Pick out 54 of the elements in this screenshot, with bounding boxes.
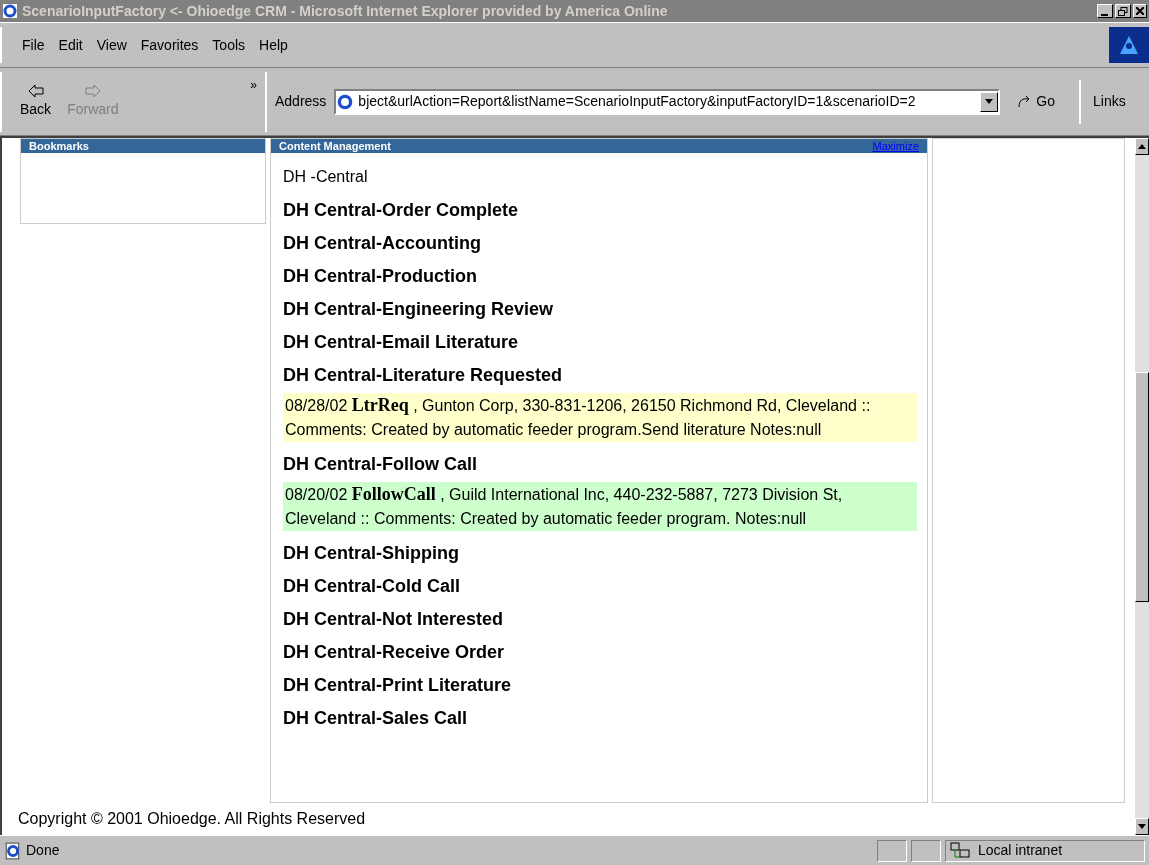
go-button[interactable]: Go (1016, 91, 1056, 112)
minimize-button[interactable] (1097, 4, 1113, 18)
menu-item[interactable]: Edit (58, 34, 83, 56)
stage-title: DH Central-Order Complete (283, 199, 520, 222)
more-button[interactable]: » (250, 75, 257, 94)
stage-title: DH Central-Print Literature (283, 674, 513, 697)
down-arrow-icon (1138, 824, 1146, 829)
status-pane (877, 839, 907, 862)
scrollbar[interactable] (1135, 138, 1149, 835)
address-field[interactable]: bject&urlAction=Report&listName=ScenarioInputFactory&inputFactoryID=1&scenarioID=2 (334, 88, 1001, 115)
up-arrow-icon (1138, 144, 1146, 149)
page-icon (336, 92, 355, 111)
group-title: DH -Central (283, 167, 369, 187)
close-button[interactable] (1133, 4, 1147, 18)
record-entry: 08/28/02 LtrReq , Gunton Corp, 330-831-1206, 26150 Richmond Rd, Cleveland :: Comments: Created by automatic feeder program.Send literature Notes:null (283, 393, 917, 442)
menu-item[interactable]: File (22, 34, 45, 56)
stage-title: DH Central-Not Interested (283, 608, 505, 631)
record-entry: 08/20/02 FollowCall , Guild International Inc, 440-232-5887, 7273 Division St, Cleveland :: Comments: Created by automatic feeder program. Notes:null (283, 482, 917, 531)
maximize-button[interactable] (1115, 4, 1131, 18)
stage-title: DH Central-Receive Order (283, 641, 506, 664)
back-button[interactable]: Back (20, 83, 52, 120)
menu-item[interactable]: View (96, 34, 127, 56)
stage-title: DH Central-Shipping (283, 542, 460, 565)
panel-header: Content Management Maximize (271, 139, 927, 153)
stage-title: DH Central-Sales Call (283, 707, 469, 730)
dropdown-button[interactable] (980, 91, 999, 112)
stage-title: DH Central-Email Literature (283, 331, 520, 354)
minimize-icon (1101, 13, 1109, 17)
status-text: Done (26, 841, 61, 860)
stage-title: DH Central-Engineering Review (283, 298, 555, 321)
network-icon (950, 841, 970, 860)
scroll-thumb[interactable] (1135, 371, 1149, 602)
forward-arrow-icon (82, 83, 103, 99)
stage-title: DH Central-Production (283, 265, 478, 288)
panel-header: Bookmarks (21, 139, 265, 153)
scroll-down-button[interactable] (1135, 818, 1149, 835)
status-pane (911, 839, 941, 862)
address-label: Address (275, 92, 327, 111)
stage-title: DH Central-Cold Call (283, 575, 461, 598)
scroll-up-button[interactable] (1135, 138, 1149, 155)
browser-icon (2, 3, 18, 19)
zone-text: Local intranet (978, 841, 1063, 860)
stage-title: DH Central-Accounting (283, 232, 482, 255)
menu-item[interactable]: Help (259, 34, 288, 56)
links-button[interactable]: Links (1093, 91, 1126, 112)
caret-icon (985, 99, 994, 104)
menu-item[interactable]: Favorites (140, 34, 199, 56)
menu-item[interactable]: Tools (212, 34, 246, 56)
copyright-text: Copyright © 2001 Ohioedge. All Rights Reserved (17, 809, 367, 829)
window-title: ScenarioInputFactory <- Ohioedge CRM - Microsoft Internet Explorer provided by America Online (22, 1, 669, 21)
page-icon (4, 841, 22, 860)
stage-title: DH Central-Follow Call (283, 453, 478, 476)
stage-title: DH Central-Literature Requested (283, 364, 564, 387)
logo-icon (1109, 27, 1149, 63)
